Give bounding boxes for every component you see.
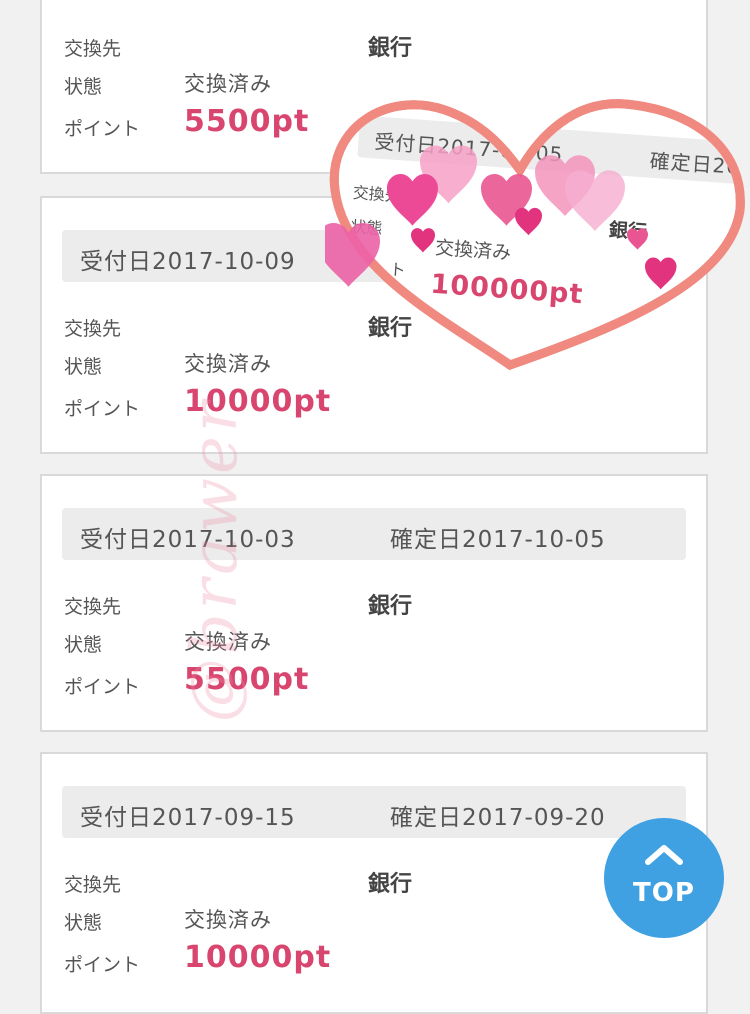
destination-value: 銀行 bbox=[368, 594, 413, 619]
points-label: ポイント bbox=[64, 398, 141, 420]
points-label: ポイント bbox=[64, 118, 141, 140]
destination-value: 銀行 bbox=[368, 872, 413, 897]
scroll-to-top-button[interactable]: TOP bbox=[604, 818, 724, 938]
highlight-heart-overlay: 受付日2017-07-05 確定日20 交換先 状態 ト 銀行 交換済み 100… bbox=[325, 80, 750, 385]
destination-label: 交換先 bbox=[64, 874, 122, 896]
top-button-label: TOP bbox=[633, 878, 695, 908]
status-label: 状態 bbox=[64, 634, 103, 656]
confirmed-date: 確定日2017-09-20 bbox=[390, 805, 606, 831]
status-label: 状態 bbox=[64, 76, 103, 98]
destination-value: 銀行 bbox=[368, 36, 413, 61]
date-bar: 受付日2017-10-03 確定日2017-10-05 bbox=[62, 508, 686, 560]
exchange-record-card: 受付日2017-10-03 確定日2017-10-05 交換先 銀行 状態 交換… bbox=[40, 474, 708, 732]
inset-status-label: 状態 bbox=[349, 216, 384, 239]
watermark: @brawer bbox=[178, 397, 252, 723]
inset-destination-value: 銀行 bbox=[608, 219, 648, 244]
received-date: 受付日2017-10-09 bbox=[80, 249, 296, 275]
status-value: 交換済み bbox=[184, 352, 272, 376]
status-value: 交換済み bbox=[184, 72, 272, 96]
points-label: ポイント bbox=[64, 676, 141, 698]
points-value: 5500pt bbox=[184, 104, 310, 139]
points-value: 10000pt bbox=[184, 940, 332, 975]
status-label: 状態 bbox=[64, 356, 103, 378]
received-date: 受付日2017-09-15 bbox=[80, 805, 296, 831]
confirmed-date: 確定日2017-10-05 bbox=[390, 527, 606, 553]
destination-label: 交換先 bbox=[64, 318, 122, 340]
destination-label: 交換先 bbox=[64, 596, 122, 618]
inset-destination-label: 交換先 bbox=[352, 183, 402, 206]
points-label: ポイント bbox=[64, 954, 141, 976]
inset-points-label: ト bbox=[388, 259, 407, 280]
inset-status-value: 交換済み bbox=[434, 236, 512, 265]
date-bar: 受付日2017-09-15 確定日2017-09-20 bbox=[62, 786, 686, 838]
inset-points-value: 100000pt bbox=[429, 268, 585, 311]
chevron-up-icon bbox=[645, 845, 683, 865]
status-value: 交換済み bbox=[184, 908, 272, 932]
status-label: 状態 bbox=[64, 912, 103, 934]
destination-label: 交換先 bbox=[64, 38, 122, 60]
